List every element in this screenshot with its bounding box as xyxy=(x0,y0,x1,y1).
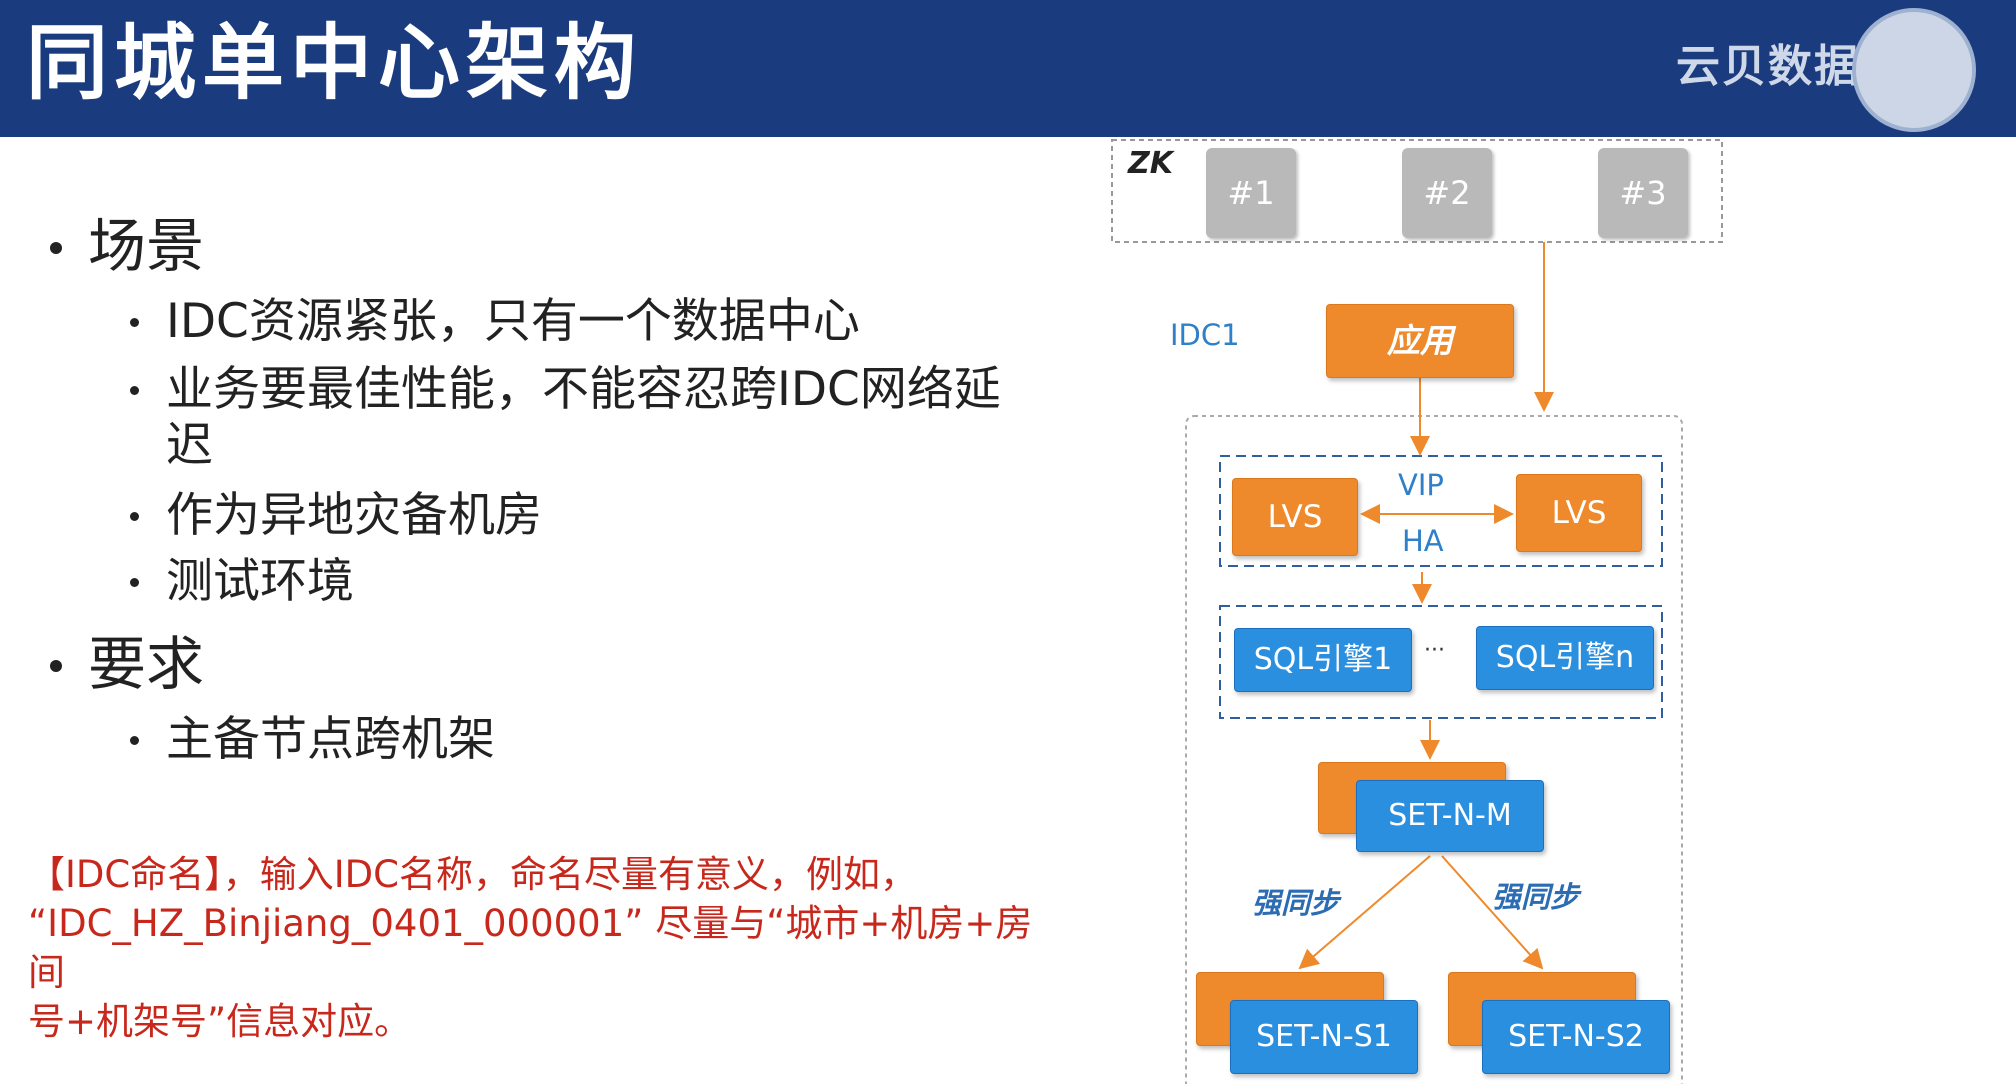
bullet-dot xyxy=(50,660,62,672)
brand-logo: 云贝数据学堂 xyxy=(1666,8,2006,132)
seal-icon xyxy=(1852,8,1976,132)
sync-label-right: 强同步 xyxy=(1492,880,1580,914)
zk-node-1: #1 xyxy=(1206,148,1296,238)
ha-label: HA xyxy=(1402,524,1444,558)
zk-node-3: #3 xyxy=(1598,148,1688,238)
vip-label: VIP xyxy=(1398,468,1444,502)
bullet-dot xyxy=(130,386,139,395)
bullet-heading-requirement: 要求 xyxy=(88,630,205,698)
set-slave1-box: SET-N-S1 xyxy=(1230,1000,1418,1074)
sql-engine-n-box: SQL引擎n xyxy=(1476,626,1654,690)
set-master-box: SET-N-M xyxy=(1356,780,1544,852)
bullet-item: IDC资源紧张，只有一个数据中心 xyxy=(166,294,860,349)
note-line: 号+机架号”信息对应。 xyxy=(28,1000,412,1043)
bullet-dot xyxy=(130,578,139,587)
diagram-connectors xyxy=(1111,139,1723,1084)
set-slave2-box: SET-N-S2 xyxy=(1482,1000,1670,1074)
slide-title: 同城单中心架构 xyxy=(26,16,643,111)
bullet-item: 作为异地灾备机房 xyxy=(166,488,542,543)
idc-label: IDC1 xyxy=(1170,318,1240,352)
sql-engine-1-box: SQL引擎1 xyxy=(1234,628,1412,692)
lvs-left-box: LVS xyxy=(1232,478,1358,556)
architecture-diagram: ZK #1 #2 #3 IDC1 应用 LVS LVS VIP HA SQL引擎… xyxy=(1100,138,1730,1084)
note-line: “IDC_HZ_Binjiang_0401_000001” 尽量与“城市+机房+… xyxy=(28,902,1033,994)
bullet-item: 业务要最佳性能，不能容忍跨IDC网络延 xyxy=(166,362,1001,417)
bullet-item: 测试环境 xyxy=(166,554,354,609)
bullet-dot xyxy=(130,736,139,745)
zk-label: ZK xyxy=(1128,146,1173,181)
bullet-heading-scenario: 场景 xyxy=(88,212,205,280)
bullet-item-continuation: 迟 xyxy=(166,418,213,473)
bullet-item: 主备节点跨机架 xyxy=(166,712,495,767)
bullet-dot xyxy=(50,242,62,254)
sync-label-left: 强同步 xyxy=(1252,886,1340,920)
app-box: 应用 xyxy=(1326,304,1514,378)
lvs-right-box: LVS xyxy=(1516,474,1642,552)
sql-ellipsis: ··· xyxy=(1424,638,1445,663)
bullet-dot xyxy=(130,318,139,327)
note-line: 【IDC命名】，输入IDC名称，命名尽量有意义，例如， xyxy=(28,853,917,896)
idc-naming-note: 【IDC命名】，输入IDC名称，命名尽量有意义，例如， “IDC_HZ_Binj… xyxy=(28,850,1068,1046)
zk-node-2: #2 xyxy=(1402,148,1492,238)
bullet-dot xyxy=(130,512,139,521)
slide-header: 同城单中心架构 云贝数据学堂 xyxy=(0,0,2016,137)
